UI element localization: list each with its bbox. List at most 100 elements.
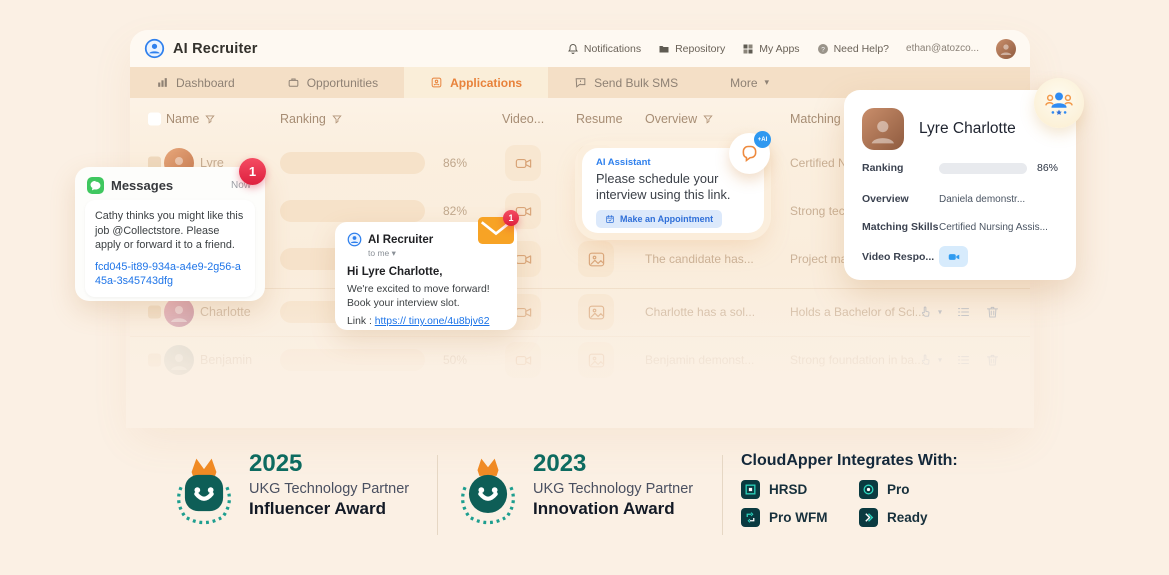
ranking-bar bbox=[939, 162, 1027, 174]
resume-button[interactable] bbox=[578, 241, 614, 277]
email-to-line[interactable]: to me ▾ bbox=[368, 248, 505, 259]
question-icon: ? bbox=[817, 43, 828, 54]
image-icon bbox=[588, 305, 604, 319]
grid-icon bbox=[743, 44, 753, 53]
award-org: UKG Technology Partner bbox=[249, 481, 410, 498]
folder-icon bbox=[659, 45, 669, 52]
chat-icon bbox=[575, 78, 586, 88]
integration-pro-wfm: Pro WFM bbox=[741, 508, 859, 527]
image-icon bbox=[588, 252, 604, 266]
brand: AI Recruiter bbox=[144, 38, 258, 59]
ai-assistant-label: AI Assistant bbox=[596, 157, 651, 168]
trash-icon[interactable] bbox=[985, 305, 1000, 320]
svg-text:?: ? bbox=[821, 46, 825, 53]
profile-video-row: Video Respo... bbox=[862, 246, 1062, 267]
email-sender: AI Recruiter bbox=[368, 233, 434, 246]
messages-notification-card[interactable]: Messages Now Cathy thinks you might like… bbox=[75, 167, 265, 301]
col-header-ranking[interactable]: Ranking bbox=[280, 112, 342, 126]
profile-overview-row: Overview Daniela demonstr... bbox=[862, 193, 1026, 205]
award-name: Innovation Award bbox=[533, 499, 675, 519]
integration-hrsd: HRSD bbox=[741, 480, 859, 499]
bar-chart-icon bbox=[158, 78, 167, 87]
filter-icon[interactable] bbox=[332, 114, 342, 124]
table-row[interactable]: Charlotte Charlotte has a sol... Holds a… bbox=[130, 288, 1030, 335]
hand-click-icon[interactable] bbox=[918, 353, 933, 368]
ukg-mascot-badge-icon bbox=[461, 458, 515, 525]
app-title: AI Recruiter bbox=[173, 40, 258, 57]
hand-click-icon[interactable] bbox=[918, 305, 933, 320]
filter-icon[interactable] bbox=[703, 114, 713, 124]
nav-my-apps[interactable]: My Apps bbox=[742, 43, 800, 55]
video-camera-icon bbox=[515, 158, 531, 168]
email-greeting: Hi Lyre Charlotte, bbox=[347, 266, 443, 278]
tab-more[interactable]: More ▾ bbox=[704, 67, 795, 98]
messages-header: Messages Now bbox=[75, 167, 265, 200]
page: AI Recruiter Notifications Repository My… bbox=[0, 0, 1169, 575]
col-header-video[interactable]: Video... bbox=[502, 112, 544, 126]
avatar bbox=[164, 345, 194, 375]
col-header-resume[interactable]: Resume bbox=[576, 112, 623, 126]
interview-link[interactable]: https:// tiny.one/4u8bjv62 bbox=[375, 316, 490, 327]
hrsd-icon bbox=[741, 480, 760, 499]
messages-title: Messages bbox=[111, 178, 174, 193]
ready-icon bbox=[859, 508, 878, 527]
ranking-percent: 82% bbox=[443, 204, 468, 218]
tab-opportunities[interactable]: Opportunities bbox=[261, 67, 404, 98]
award-org: UKG Technology Partner bbox=[533, 481, 694, 498]
award-year: 2023 bbox=[533, 450, 587, 477]
chevron-down-icon[interactable]: ▾ bbox=[938, 308, 942, 317]
avatar bbox=[164, 297, 194, 327]
resume-button[interactable] bbox=[578, 342, 614, 378]
ranking-bar bbox=[280, 152, 425, 174]
calendar-icon bbox=[606, 214, 614, 223]
list-icon[interactable] bbox=[956, 305, 971, 320]
nav-notifications[interactable]: Notifications bbox=[567, 43, 641, 55]
overview-text: Charlotte has a sol... bbox=[645, 305, 756, 319]
video-response-button[interactable] bbox=[505, 145, 541, 181]
chevron-down-icon: ▾ bbox=[391, 248, 396, 258]
tab-send-bulk-sms[interactable]: Send Bulk SMS bbox=[548, 67, 704, 98]
make-appointment-button[interactable]: Make an Appointment bbox=[596, 209, 723, 228]
integrations-grid: HRSD Pro Pro WFM Ready bbox=[741, 480, 958, 527]
filter-icon[interactable] bbox=[205, 114, 216, 124]
award-year: 2025 bbox=[249, 450, 303, 477]
row-checkbox[interactable] bbox=[148, 353, 161, 367]
tab-applications[interactable]: Applications bbox=[404, 67, 549, 98]
integrations-title: CloudApper Integrates With: bbox=[741, 452, 958, 469]
candidate-name: Charlotte bbox=[200, 305, 251, 319]
award-text: 2023 UKG Technology Partner Innovation A… bbox=[533, 450, 694, 519]
nav-need-help[interactable]: ? Need Help? bbox=[817, 43, 889, 55]
message-link[interactable]: fcd045-it89-934a-a4e9-2g56-a45a-3s45743d… bbox=[95, 260, 245, 288]
pro-icon bbox=[859, 480, 878, 499]
trash-icon[interactable] bbox=[985, 353, 1000, 368]
profile-ranking-row: Ranking 86% bbox=[862, 162, 1059, 174]
col-header-overview[interactable]: Overview bbox=[645, 112, 713, 126]
award-2023: 2023 UKG Technology Partner Innovation A… bbox=[456, 450, 694, 535]
select-all-checkbox[interactable] bbox=[148, 112, 161, 126]
image-icon bbox=[588, 353, 604, 367]
ukg-mascot-badge-icon bbox=[177, 458, 231, 525]
nav-repository[interactable]: Repository bbox=[658, 43, 725, 55]
table-row[interactable]: Benjamin 50% Benjamin demonst... Strong … bbox=[130, 336, 1030, 383]
user-email[interactable]: ethan@atozco... bbox=[906, 43, 979, 54]
candidate-name: Lyre Charlotte bbox=[919, 120, 1016, 137]
col-header-name[interactable]: Name bbox=[166, 112, 216, 126]
resume-button[interactable] bbox=[578, 294, 614, 330]
app-logo-icon bbox=[347, 232, 362, 247]
overview-text: The candidate has... bbox=[645, 252, 754, 266]
list-icon[interactable] bbox=[956, 353, 971, 368]
user-avatar[interactable] bbox=[996, 38, 1016, 59]
integrations-section: CloudApper Integrates With: HRSD Pro Pro… bbox=[741, 452, 958, 527]
chevron-down-icon[interactable]: ▾ bbox=[938, 356, 942, 365]
video-response-button[interactable] bbox=[939, 246, 968, 267]
integration-pro: Pro bbox=[859, 480, 958, 499]
candidate-name: Benjamin bbox=[200, 353, 253, 367]
tab-dashboard[interactable]: Dashboard bbox=[130, 67, 261, 98]
avatar bbox=[862, 108, 904, 150]
video-response-button[interactable] bbox=[505, 342, 541, 378]
navbar-right: Notifications Repository My Apps ? Need … bbox=[567, 38, 1016, 59]
award-text: 2025 UKG Technology Partner Influencer A… bbox=[249, 450, 410, 519]
email-link-line: Link : https:// tiny.one/4u8bjv62 bbox=[347, 316, 490, 328]
row-checkbox[interactable] bbox=[148, 305, 161, 319]
email-body: We're excited to move forward! Book your … bbox=[347, 284, 490, 310]
